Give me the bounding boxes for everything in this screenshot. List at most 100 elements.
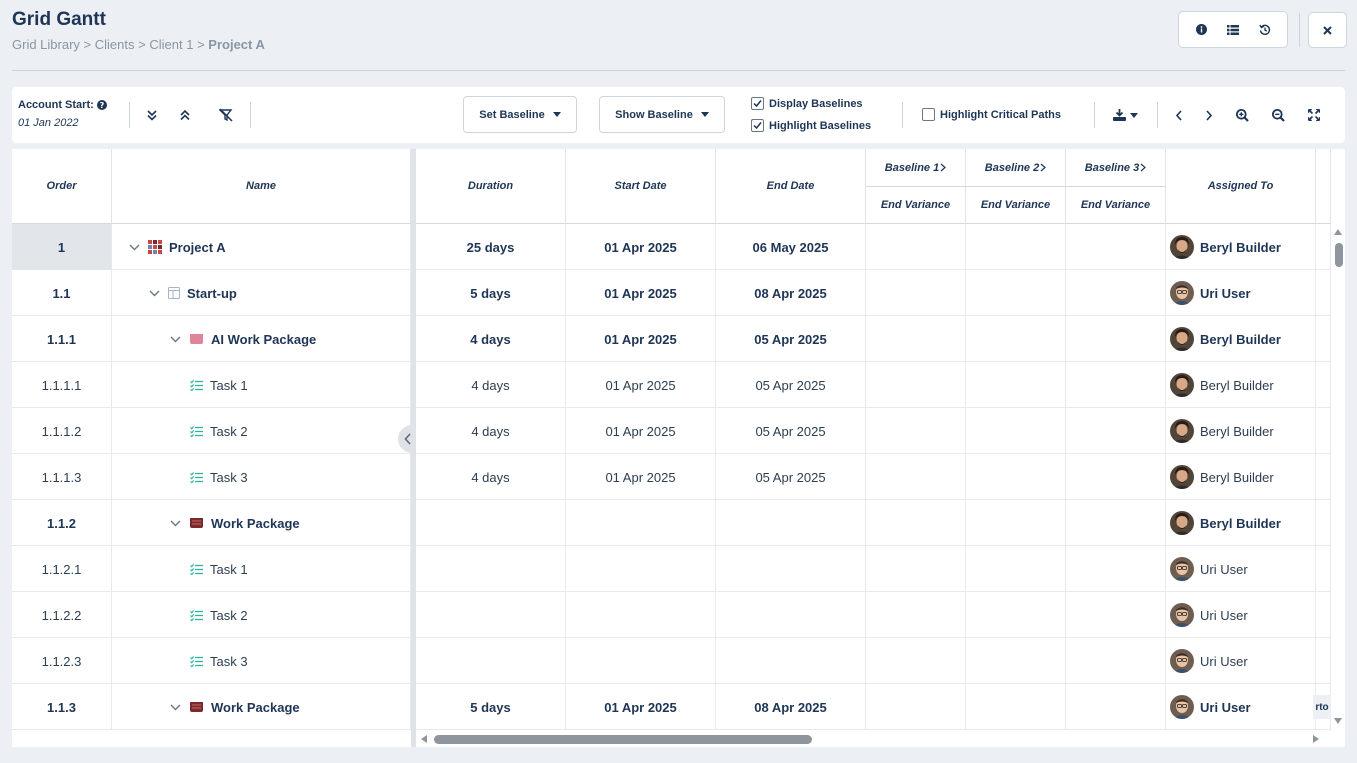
end-variance-1-cell[interactable] xyxy=(866,684,966,730)
end-date-cell[interactable] xyxy=(716,592,866,638)
horizontal-scrollbar[interactable] xyxy=(416,731,1331,747)
column-header-assigned-to[interactable]: Assigned To xyxy=(1166,149,1316,224)
column-header-name[interactable]: Name xyxy=(112,149,411,224)
name-cell[interactable]: Work Package xyxy=(112,500,411,546)
set-baseline-dropdown[interactable]: Set Baseline xyxy=(463,96,577,133)
duration-cell[interactable]: 4 days xyxy=(416,316,566,362)
name-cell[interactable]: Task 2 xyxy=(112,592,411,638)
table-row[interactable]: 25 days 01 Apr 2025 06 May 2025 Beryl Build… xyxy=(416,224,1331,270)
end-variance-1-cell[interactable] xyxy=(866,592,966,638)
end-date-cell[interactable]: 05 Apr 2025 xyxy=(716,408,866,454)
start-date-cell[interactable] xyxy=(566,592,716,638)
end-variance-3-cell[interactable] xyxy=(1066,454,1166,500)
end-date-cell[interactable]: 06 May 2025 xyxy=(716,224,866,270)
start-date-cell[interactable]: 01 Apr 2025 xyxy=(566,224,716,270)
zoom-in-icon[interactable] xyxy=(1231,104,1253,126)
table-row[interactable]: 1.1.2.2 Task 2 xyxy=(12,592,411,638)
end-variance-1-cell[interactable] xyxy=(866,362,966,408)
end-date-cell[interactable]: 08 Apr 2025 xyxy=(716,270,866,316)
table-row[interactable]: 1.1.1.3 Task 3 xyxy=(12,454,411,500)
table-row[interactable]: 1.1.1.2 Task 2 xyxy=(12,408,411,454)
duration-cell[interactable]: 4 days xyxy=(416,408,566,454)
order-cell[interactable]: 1.1.1 xyxy=(12,316,112,362)
table-row[interactable]: 1.1.2.1 Task 1 xyxy=(12,546,411,592)
end-variance-2-cell[interactable] xyxy=(966,546,1066,592)
duration-cell[interactable] xyxy=(416,500,566,546)
order-cell[interactable]: 1 xyxy=(12,224,112,270)
end-date-cell[interactable] xyxy=(716,546,866,592)
end-variance-3-cell[interactable] xyxy=(1066,362,1166,408)
end-variance-2-cell[interactable] xyxy=(966,454,1066,500)
duration-cell[interactable] xyxy=(416,546,566,592)
column-header-baseline-1[interactable]: Baseline 1 xyxy=(866,149,966,187)
name-cell[interactable]: Task 2 xyxy=(112,408,411,454)
checkbox-checked-icon[interactable] xyxy=(751,97,764,110)
table-row[interactable]: 4 days 01 Apr 2025 05 Apr 2025 Beryl Builde… xyxy=(416,362,1331,408)
end-variance-2-cell[interactable] xyxy=(966,684,1066,730)
order-cell[interactable]: 1.1.3 xyxy=(12,684,112,730)
end-variance-2-cell[interactable] xyxy=(966,270,1066,316)
checkbox-unchecked-icon[interactable] xyxy=(922,108,935,121)
start-date-cell[interactable]: 01 Apr 2025 xyxy=(566,408,716,454)
end-variance-3-cell[interactable] xyxy=(1066,546,1166,592)
order-cell[interactable]: 1.1.1.3 xyxy=(12,454,112,500)
column-header-order[interactable]: Order xyxy=(12,149,112,224)
scroll-left-icon[interactable] xyxy=(1168,104,1190,126)
order-cell[interactable]: 1.1.2 xyxy=(12,500,112,546)
column-header-end-date[interactable]: End Date xyxy=(716,149,866,224)
duration-cell[interactable]: 5 days xyxy=(416,684,566,730)
table-row[interactable]: 1 Project A xyxy=(12,224,411,270)
name-cell[interactable]: Task 3 xyxy=(112,454,411,500)
end-variance-1-cell[interactable] xyxy=(866,270,966,316)
zoom-out-icon[interactable] xyxy=(1267,104,1289,126)
assigned-to-cell[interactable]: Beryl Builder xyxy=(1166,362,1316,408)
end-variance-3-cell[interactable] xyxy=(1066,316,1166,362)
assigned-to-cell[interactable]: Uri User xyxy=(1166,638,1316,684)
end-date-cell[interactable] xyxy=(716,638,866,684)
table-row[interactable]: 1.1.2 Work Package xyxy=(12,500,411,546)
vertical-scroll-thumb[interactable] xyxy=(1335,243,1343,267)
assigned-to-cell[interactable]: Uri User xyxy=(1166,592,1316,638)
chevron-down-icon[interactable] xyxy=(167,704,183,711)
assigned-to-cell[interactable]: Beryl Builder xyxy=(1166,454,1316,500)
table-row[interactable]: 1.1.3 Work Package xyxy=(12,684,411,730)
highlight-critical-checkbox[interactable]: Highlight Critical Paths xyxy=(922,108,1061,121)
clear-filter-icon[interactable] xyxy=(215,104,237,126)
list-icon[interactable] xyxy=(1221,18,1245,42)
table-row[interactable]: Uri User xyxy=(416,638,1331,684)
end-variance-2-cell[interactable] xyxy=(966,592,1066,638)
end-date-cell[interactable] xyxy=(716,500,866,546)
fit-to-screen-icon[interactable] xyxy=(1303,104,1325,126)
export-dropdown[interactable] xyxy=(1109,104,1141,126)
scroll-right-icon[interactable] xyxy=(1198,104,1220,126)
display-baselines-checkbox[interactable]: Display Baselines xyxy=(751,97,863,110)
close-button[interactable] xyxy=(1308,12,1347,48)
name-cell[interactable]: Start-up xyxy=(112,270,411,316)
end-variance-2-cell[interactable] xyxy=(966,500,1066,546)
end-date-cell[interactable]: 08 Apr 2025 xyxy=(716,684,866,730)
end-variance-2-cell[interactable] xyxy=(966,638,1066,684)
column-header-baseline-2[interactable]: Baseline 2 xyxy=(966,149,1066,187)
start-date-cell[interactable] xyxy=(566,638,716,684)
chevron-down-icon[interactable] xyxy=(126,244,142,251)
duration-cell[interactable]: 25 days xyxy=(416,224,566,270)
table-row[interactable]: 4 days 01 Apr 2025 05 Apr 2025 Beryl Builde… xyxy=(416,316,1331,362)
end-variance-1-cell[interactable] xyxy=(866,408,966,454)
chevron-down-icon[interactable] xyxy=(167,520,183,527)
column-header-baseline-3[interactable]: Baseline 3 xyxy=(1066,149,1166,187)
name-cell[interactable]: Task 1 xyxy=(112,546,411,592)
order-cell[interactable]: 1.1.2.3 xyxy=(12,638,112,684)
assigned-to-cell[interactable]: Uri User xyxy=(1166,684,1316,730)
highlight-baselines-checkbox[interactable]: Highlight Baselines xyxy=(751,119,871,132)
table-row[interactable]: 4 days 01 Apr 2025 05 Apr 2025 Beryl Builde… xyxy=(416,454,1331,500)
end-variance-3-cell[interactable] xyxy=(1066,592,1166,638)
column-header-end-variance-2[interactable]: End Variance xyxy=(966,187,1066,224)
start-date-cell[interactable]: 01 Apr 2025 xyxy=(566,684,716,730)
name-cell[interactable]: Task 3 xyxy=(112,638,411,684)
horizontal-scroll-thumb[interactable] xyxy=(434,735,812,744)
duration-cell[interactable]: 5 days xyxy=(416,270,566,316)
info-icon[interactable] xyxy=(1189,18,1213,42)
end-variance-2-cell[interactable] xyxy=(966,362,1066,408)
column-header-start-date[interactable]: Start Date xyxy=(566,149,716,224)
end-variance-3-cell[interactable] xyxy=(1066,270,1166,316)
